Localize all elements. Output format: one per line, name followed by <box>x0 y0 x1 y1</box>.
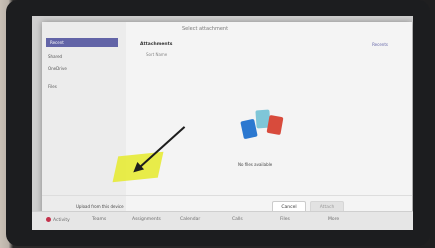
notification-badge <box>46 217 51 222</box>
nav-label: Activity <box>53 218 70 223</box>
sidebar-item-files[interactable]: Files <box>48 84 57 89</box>
sidebar-item-onedrive[interactable]: OneDrive <box>48 66 67 71</box>
sidebar-item-recent[interactable]: Recent <box>46 38 118 47</box>
dialog-sidepanel: Recent Shared OneDrive Files <box>42 22 126 222</box>
nav-teams[interactable]: Teams <box>92 217 106 222</box>
nav-calls[interactable]: Calls <box>232 217 243 222</box>
nav-assignments[interactable]: Assignments <box>132 217 161 222</box>
nav-activity[interactable]: Activity <box>46 217 70 223</box>
empty-state-message: No files available <box>238 162 273 167</box>
tablet-screen: Recent Shared OneDrive Files Select atta… <box>32 16 413 230</box>
folder-name: Attachments <box>140 42 173 47</box>
nav-files[interactable]: Files <box>280 217 290 222</box>
dialog-title: Select attachment <box>182 26 229 32</box>
recents-link[interactable]: Recents <box>372 42 388 47</box>
word-doc-icon <box>240 118 258 140</box>
app-bottom-nav: Activity Teams Assignments Calendar Call… <box>32 211 413 230</box>
tablet-bezel: Recent Shared OneDrive Files Select atta… <box>6 0 430 246</box>
nav-calendar[interactable]: Calendar <box>180 217 200 222</box>
attachment-dialog: Recent Shared OneDrive Files Select atta… <box>42 22 412 222</box>
upload-from-device-link[interactable]: Upload from this device <box>76 204 124 209</box>
empty-state-illustration <box>232 106 288 146</box>
nav-more[interactable]: More <box>328 217 339 222</box>
sidebar-item-shared[interactable]: Shared <box>48 54 62 59</box>
ppt-doc-icon <box>266 114 284 136</box>
sort-toolbar[interactable]: Sort Name <box>146 52 167 57</box>
